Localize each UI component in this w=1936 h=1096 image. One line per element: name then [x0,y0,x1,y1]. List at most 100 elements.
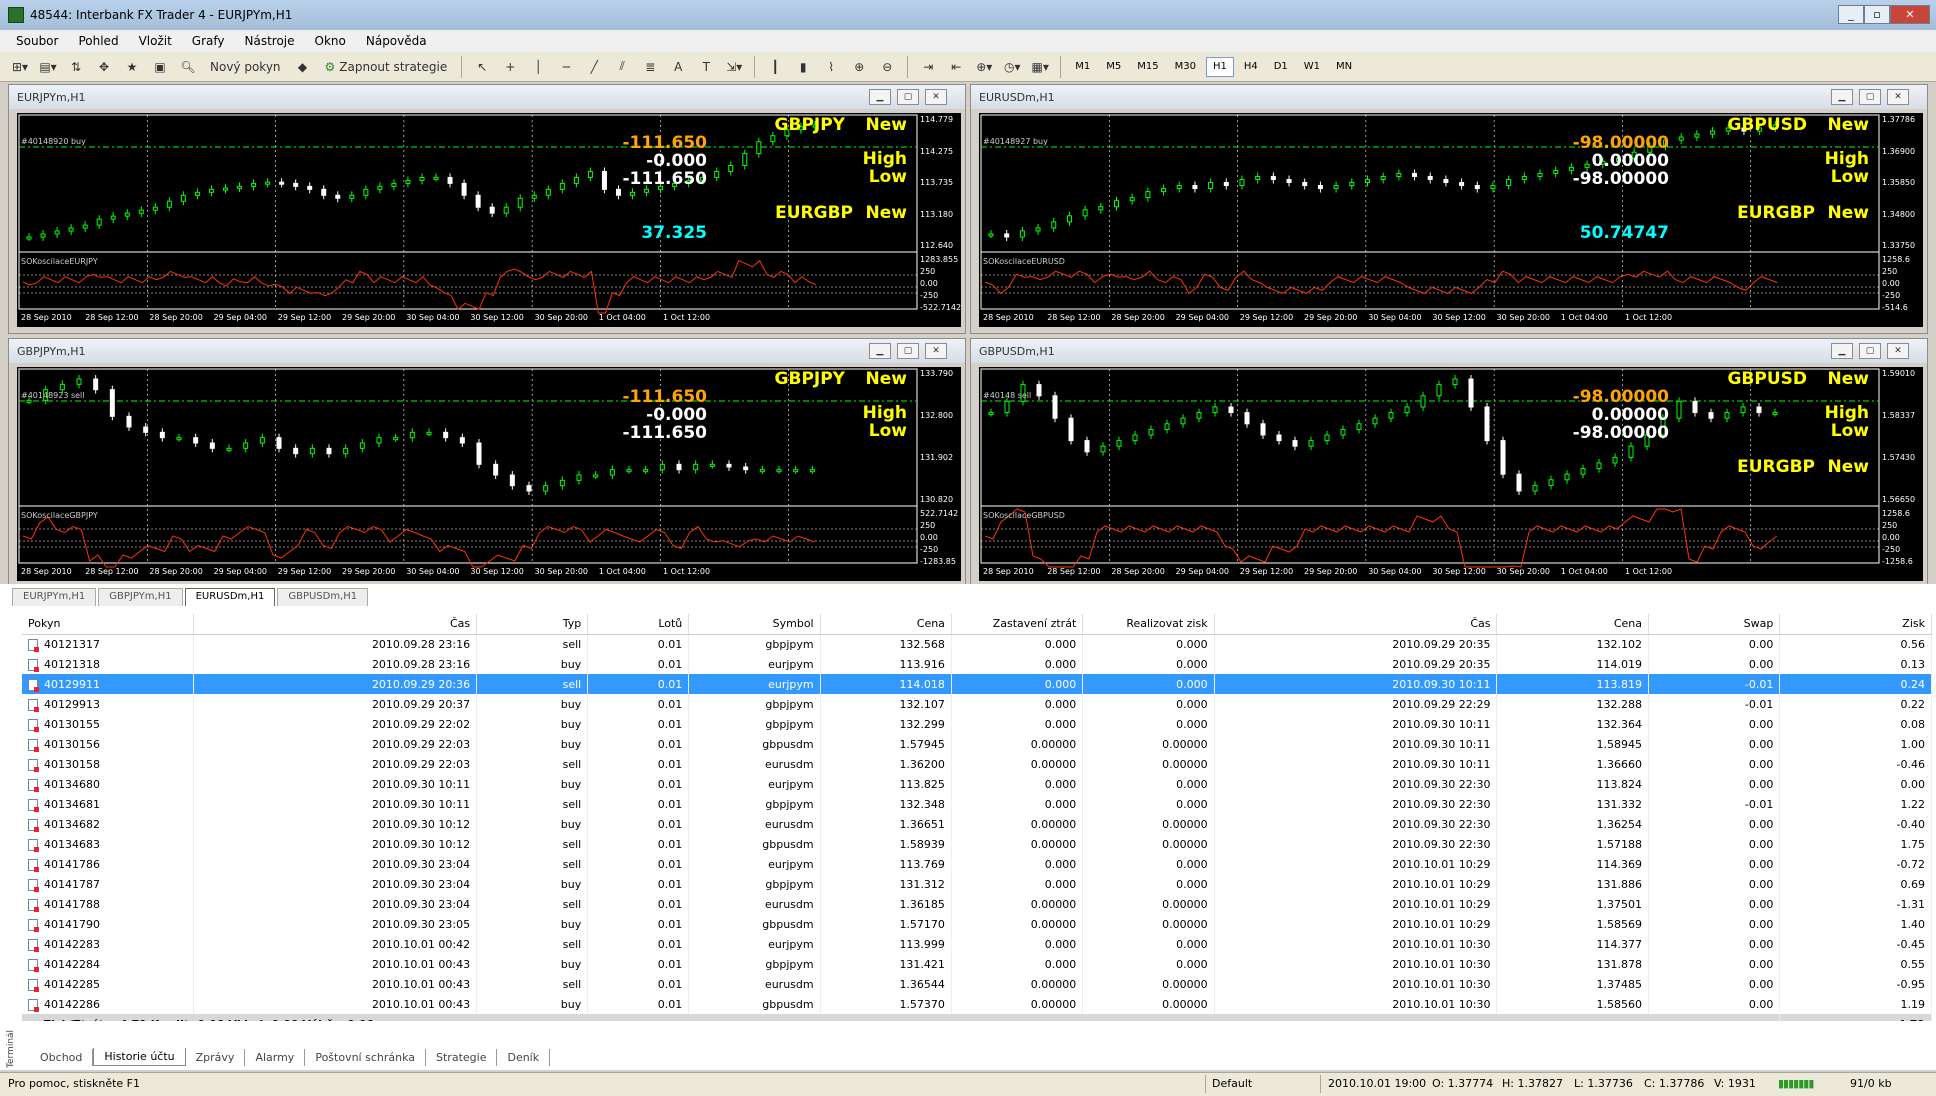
chart-close-button[interactable]: ✕ [1887,89,1909,105]
table-row[interactable]: 40130158 2010.09.29 22:03 sell 0.01 eurusdm 1… [22,754,1932,774]
text-icon[interactable]: A [666,56,690,78]
vertical-line-icon[interactable]: │ [526,56,550,78]
market-watch-icon[interactable]: ⇅ [64,56,88,78]
table-row[interactable]: 40141787 2010.09.30 23:04 buy 0.01 gbpjpym 13… [22,874,1932,894]
menu-nastroje[interactable]: Nástroje [235,34,305,48]
chart-restore-button[interactable]: ▢ [1859,89,1881,105]
tab-strategie[interactable]: Strategie [426,1048,498,1066]
tab-obchod[interactable]: Obchod [30,1048,94,1066]
chart-restore-button[interactable]: ▢ [1859,343,1881,359]
tab-zpravy[interactable]: Zprávy [186,1048,246,1066]
menu-soubor[interactable]: Soubor [6,34,68,48]
chart-window-eurjpym[interactable]: EURJPYm,H1 ▁ ▢ ✕ New GBPJPY -111.650 -0.000 -111… [8,84,966,334]
maximize-button[interactable]: ▫ [1864,5,1890,24]
table-row[interactable]: 40121317 2010.09.28 23:16 sell 0.01 gbpjpym 1… [22,634,1932,654]
timeframe-m1[interactable]: M1 [1069,57,1096,77]
profiles-icon[interactable]: ▤▾ [36,56,60,78]
timeframe-m5[interactable]: M5 [1100,57,1127,77]
column-header[interactable]: Čas [1214,614,1498,635]
chart-restore-button[interactable]: ▢ [897,89,919,105]
timeframe-d1[interactable]: D1 [1268,57,1294,77]
tab-denik[interactable]: Deník [497,1048,551,1066]
toggle-strategies-button[interactable]: ⚙ Zapnout strategie [319,56,454,78]
new-chart-icon[interactable]: ⊞▾ [8,56,32,78]
fibonacci-icon[interactable]: ≣ [638,56,662,78]
chart-close-button[interactable]: ✕ [1887,343,1909,359]
templates-icon[interactable]: ▦▾ [1028,56,1052,78]
chart-canvas[interactable]: New GBPJPY -111.650 -0.000 -111.650 High Low #4… [17,367,961,581]
trendline-icon[interactable]: ╱ [582,56,606,78]
timeframe-m30[interactable]: M30 [1169,57,1202,77]
table-row[interactable]: 40129911 2010.09.29 20:36 sell 0.01 eurjpym 1… [22,674,1932,694]
table-row[interactable]: 40142286 2010.10.01 00:43 buy 0.01 gbpusdm 1.… [22,994,1932,1014]
table-row[interactable]: 40141788 2010.09.30 23:04 sell 0.01 eurusdm 1… [22,894,1932,914]
tab-postovni-schranka[interactable]: Poštovní schránka [305,1048,427,1066]
autoscroll-icon[interactable]: ⇥ [916,56,940,78]
column-header[interactable]: Symbol [688,614,821,635]
menu-grafy[interactable]: Grafy [182,34,235,48]
terminal-icon[interactable]: ▣ [148,56,172,78]
close-button[interactable]: ✕ [1890,5,1930,24]
chart-window-eurusdm[interactable]: EURUSDm,H1 ▁ ▢ ✕ New GBPUSD -98.00000 0.00000 -9… [970,84,1928,334]
table-row[interactable]: 40142283 2010.10.01 00:42 sell 0.01 eurjpym 1… [22,934,1932,954]
chart-minimize-button[interactable]: ▁ [1831,343,1853,359]
doc-tab-gbpjpy[interactable]: GBPJPYm,H1 [98,588,183,606]
table-row[interactable]: 40134683 2010.09.30 10:12 sell 0.01 gbpusdm 1… [22,834,1932,854]
chart-canvas[interactable]: New GBPUSD -98.00000 0.00000 -98.00000 High Lo… [979,367,1923,581]
navigator-icon[interactable]: ✥ [92,56,116,78]
column-header[interactable]: Zisk [1779,614,1932,635]
table-row[interactable]: 40134682 2010.09.30 10:12 buy 0.01 eurusdm 1.… [22,814,1932,834]
column-header[interactable]: Čas [193,614,478,635]
table-row[interactable]: 40121318 2010.09.28 23:16 buy 0.01 eurjpym 11… [22,654,1932,674]
tester-icon[interactable]: 🔍︎ [176,56,200,78]
cursor-icon[interactable]: ↖ [470,56,494,78]
tab-historie-uctu[interactable]: Historie účtu [93,1048,186,1066]
candle-chart-icon[interactable]: ▮ [791,56,815,78]
chart-close-button[interactable]: ✕ [925,343,947,359]
timeframe-w1[interactable]: W1 [1298,57,1326,77]
table-row[interactable]: 40130156 2010.09.29 22:03 buy 0.01 gbpusdm 1.… [22,734,1932,754]
indicators-icon[interactable]: ⊕▾ [972,56,996,78]
table-row[interactable]: 40141786 2010.09.30 23:04 sell 0.01 eurjpym 1… [22,854,1932,874]
table-row[interactable]: 40134681 2010.09.30 10:11 sell 0.01 gbpjpym 1… [22,794,1932,814]
menu-okno[interactable]: Okno [305,34,356,48]
doc-tab-eurusd[interactable]: EURUSDm,H1 [184,588,276,606]
label-icon[interactable]: T [694,56,718,78]
column-header[interactable]: Pokyn [22,614,195,635]
periods-icon[interactable]: ◷▾ [1000,56,1024,78]
chart-shift-icon[interactable]: ⇤ [944,56,968,78]
table-row[interactable]: 40130155 2010.09.29 22:02 buy 0.01 gbpjpym 13… [22,714,1932,734]
table-row[interactable]: 40142285 2010.10.01 00:43 sell 0.01 eurusdm 1… [22,974,1932,994]
menu-pohled[interactable]: Pohled [68,34,128,48]
column-header[interactable]: Swap [1648,614,1781,635]
chart-minimize-button[interactable]: ▁ [1831,89,1853,105]
zoom-out-icon[interactable]: ⊖ [875,56,899,78]
arrows-icon[interactable]: ⇲▾ [722,56,746,78]
chart-window-gbpjpym[interactable]: GBPJPYm,H1 ▁ ▢ ✕ New GBPJPY -111.650 -0.000 -111… [8,338,966,588]
chart-minimize-button[interactable]: ▁ [869,343,891,359]
crosshair-icon[interactable]: + [498,56,522,78]
table-row[interactable]: 40142284 2010.10.01 00:43 buy 0.01 gbpjpym 13… [22,954,1932,974]
timeframe-m15[interactable]: M15 [1131,57,1164,77]
new-order-button[interactable]: Nový pokyn [204,56,287,78]
column-header[interactable]: Cena [820,614,952,635]
timeframe-h1[interactable]: H1 [1205,56,1234,77]
minimize-button[interactable]: _ [1838,5,1864,24]
table-row[interactable]: 40134680 2010.09.30 10:11 buy 0.01 eurjpym 11… [22,774,1932,794]
chart-minimize-button[interactable]: ▁ [869,89,891,105]
favorites-icon[interactable]: ★ [120,56,144,78]
doc-tab-eurjpy[interactable]: EURJPYm,H1 [12,588,97,606]
horizontal-line-icon[interactable]: ─ [554,56,578,78]
doc-tab-gbpusd[interactable]: GBPUSDm,H1 [277,588,369,606]
line-chart-icon[interactable]: ⌇ [819,56,843,78]
chart-close-button[interactable]: ✕ [925,89,947,105]
column-header[interactable]: Cena [1496,614,1650,635]
chart-window-gbpusdm[interactable]: GBPUSDm,H1 ▁ ▢ ✕ New GBPUSD -98.00000 0.00000 -9… [970,338,1928,588]
metaeditor-icon[interactable]: ◆ [291,56,315,78]
menu-vlozit[interactable]: Vložit [129,34,182,48]
channel-icon[interactable]: ⫽ [610,56,634,78]
timeframe-mn[interactable]: MN [1330,57,1358,77]
column-header[interactable]: Typ [476,614,589,635]
bar-chart-icon[interactable]: ┃ [763,56,787,78]
column-header[interactable]: Realizovat zisk [1082,614,1215,635]
